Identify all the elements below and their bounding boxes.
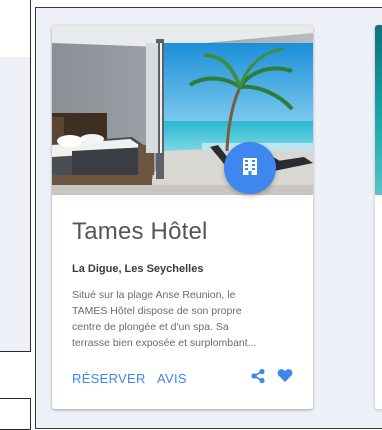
hotel-building-icon [242,156,258,181]
next-hotel-card[interactable] [375,25,382,409]
left-panel [0,0,31,352]
hotel-fab-button[interactable] [224,142,276,194]
reserve-button[interactable]: RÉSERVER [72,371,146,386]
left-panel-lower [0,398,31,430]
heart-icon[interactable] [277,368,293,388]
description-line: terrasse bien exposée et surplombant... [72,337,257,349]
description-line: TAMES Hôtel dispose de son propre [72,305,242,317]
next-hotel-photo [375,25,382,195]
hotel-location: La Digue, Les Seychelles [72,263,204,275]
hotel-description: Situé sur la plage Anse Reunion, le TAME… [72,287,300,351]
hotel-title: Tames Hôtel [72,218,208,245]
hotel-card: Tames Hôtel La Digue, Les Seychelles Sit… [52,25,313,409]
reviews-button[interactable]: AVIS [157,371,187,386]
description-line: centre de plongée et d'un spa. Sa [72,321,229,333]
share-icon[interactable] [250,368,266,389]
left-panel-header [0,0,30,57]
description-line: Situé sur la plage Anse Reunion, le [72,289,236,301]
